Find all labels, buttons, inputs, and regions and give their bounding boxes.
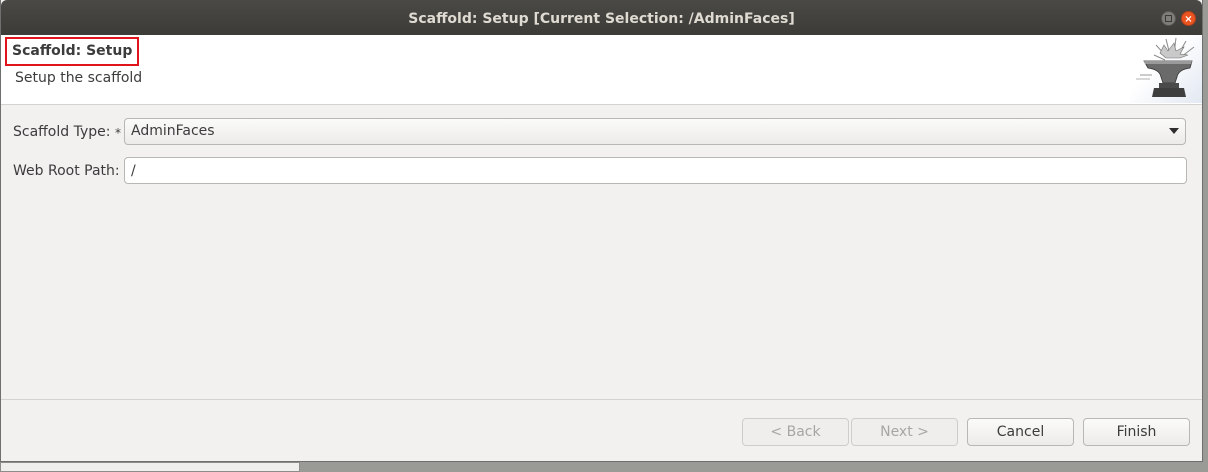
close-icon[interactable]: ×	[1181, 11, 1196, 26]
button-bar-divider	[1, 399, 1202, 400]
back-button[interactable]: < Back	[742, 418, 849, 446]
dropdown-arrow-icon[interactable]	[1169, 128, 1179, 134]
finish-button[interactable]: Finish	[1083, 418, 1190, 446]
scaffold-type-select[interactable]: AdminFaces	[124, 118, 1186, 145]
background-window-edge	[0, 462, 300, 472]
scaffold-type-value: AdminFaces	[131, 123, 215, 139]
cancel-button[interactable]: Cancel	[967, 418, 1074, 446]
scaffold-type-label: Scaffold Type:	[13, 124, 111, 140]
required-marker: *	[115, 126, 121, 140]
maximize-icon[interactable]	[1161, 11, 1176, 26]
page-description: Setup the scaffold	[15, 70, 143, 86]
window-title: Scaffold: Setup [Current Selection: /Adm…	[408, 11, 795, 27]
web-root-path-input[interactable]	[124, 157, 1187, 184]
next-button[interactable]: Next >	[851, 418, 958, 446]
scaffold-setup-dialog: Scaffold: Setup [Current Selection: /Adm…	[0, 0, 1203, 462]
anvil-icon	[1130, 35, 1202, 103]
page-title: Scaffold: Setup	[5, 37, 140, 66]
web-root-path-label: Web Root Path:	[13, 163, 120, 179]
title-bar[interactable]: Scaffold: Setup [Current Selection: /Adm…	[1, 0, 1202, 35]
wizard-header: Scaffold: Setup Setup the scaffold	[1, 35, 1202, 105]
